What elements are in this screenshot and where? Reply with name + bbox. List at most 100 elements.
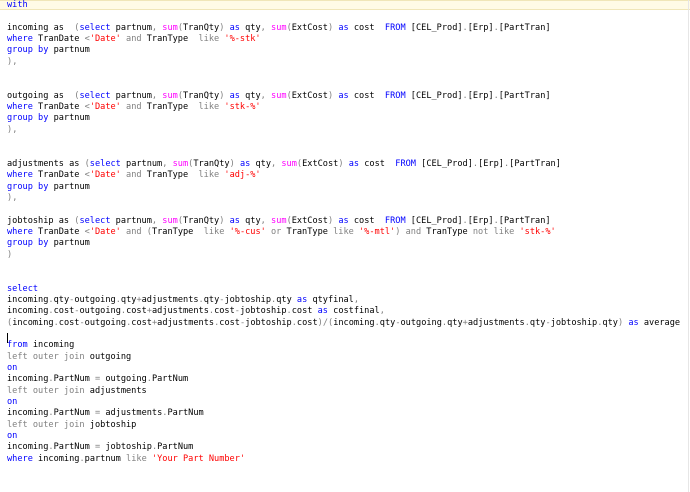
code-token: qty bbox=[379, 317, 396, 328]
code-token: TranDate bbox=[32, 102, 85, 113]
code-line[interactable]: adjustments as (select partnum, sum(Tran… bbox=[7, 159, 687, 170]
code-token: group by bbox=[7, 238, 49, 249]
code-line[interactable]: group by partnum bbox=[7, 45, 687, 56]
code-token: qtyfinal bbox=[307, 294, 354, 305]
code-line[interactable]: group by partnum bbox=[7, 113, 687, 124]
code-token: jobtoship bbox=[239, 306, 287, 317]
code-token: select bbox=[79, 215, 111, 226]
code-line[interactable]: where TranDate <'Date' and TranType like… bbox=[7, 34, 687, 45]
code-token: as bbox=[348, 158, 360, 169]
code-token: , bbox=[12, 56, 18, 67]
code-line[interactable]: where TranDate <'Date' and TranType like… bbox=[7, 102, 687, 113]
code-line[interactable] bbox=[7, 136, 687, 147]
code-line[interactable]: from incoming bbox=[7, 340, 687, 351]
code-area[interactable]: with incoming as (select partnum, sum(Tra… bbox=[7, 0, 687, 465]
code-line[interactable]: select bbox=[7, 284, 687, 295]
code-token: 'Date' bbox=[89, 34, 121, 45]
code-token: and bbox=[405, 226, 422, 237]
code-token: adjustments bbox=[467, 317, 525, 328]
code-line[interactable]: incoming.PartNum = outgoing.PartNum bbox=[7, 374, 687, 385]
sql-query-editor[interactable]: with incoming as (select partnum, sum(Tra… bbox=[0, 0, 690, 492]
code-token: adjustments as bbox=[7, 158, 85, 169]
code-token: where bbox=[7, 453, 33, 464]
code-line[interactable]: incoming.PartNum = adjustments.PartNum bbox=[7, 408, 687, 419]
code-token: incoming bbox=[12, 317, 54, 328]
code-token: TranQty bbox=[183, 90, 220, 101]
code-token: as bbox=[229, 215, 240, 226]
code-token: 'Date' bbox=[89, 226, 121, 237]
code-token: on bbox=[7, 431, 18, 442]
code-token: PartNum bbox=[151, 374, 189, 385]
code-token: adjustments bbox=[100, 408, 163, 419]
code-token: like bbox=[126, 453, 147, 464]
code-line[interactable]: group by partnum bbox=[7, 182, 687, 193]
code-line[interactable]: left outer join adjustments bbox=[7, 386, 687, 397]
code-line[interactable] bbox=[7, 272, 687, 283]
code-token: as bbox=[296, 294, 308, 305]
code-token: outgoing bbox=[79, 306, 121, 317]
code-token: as bbox=[338, 22, 349, 33]
code-token: ExtCost bbox=[291, 90, 328, 101]
code-token: FROM bbox=[384, 215, 406, 226]
code-token: PartNum bbox=[53, 374, 95, 385]
code-line[interactable]: with bbox=[7, 0, 687, 11]
code-token: where bbox=[7, 170, 33, 181]
code-token: '%-stk' bbox=[224, 34, 261, 45]
code-token: cost bbox=[126, 306, 147, 317]
code-token: qty bbox=[276, 294, 297, 305]
code-token: qty bbox=[602, 317, 618, 328]
code-line[interactable]: left outer join jobtoship bbox=[7, 420, 687, 431]
code-token: jobtoship as bbox=[7, 215, 75, 226]
editor-right-border bbox=[688, 0, 689, 492]
code-line[interactable] bbox=[7, 11, 687, 22]
code-token: partnum bbox=[84, 453, 127, 464]
code-line[interactable]: ), bbox=[7, 193, 687, 204]
code-token: costfinal bbox=[327, 306, 380, 317]
code-line[interactable]: ) bbox=[7, 250, 687, 261]
code-line[interactable]: group by partnum bbox=[7, 238, 687, 249]
code-token: left outer join bbox=[7, 351, 85, 362]
code-line[interactable]: ), bbox=[7, 57, 687, 68]
code-line[interactable]: where incoming.partnum like 'Your Part N… bbox=[7, 454, 687, 465]
code-line[interactable]: left outer join outgoing bbox=[7, 352, 687, 363]
code-line[interactable]: incoming as (select partnum, sum(TranQty… bbox=[7, 23, 687, 34]
code-line[interactable]: incoming.PartNum = jobtoship.PartNum bbox=[7, 442, 687, 453]
code-token: as bbox=[239, 158, 251, 169]
code-token: ExtCost bbox=[291, 215, 328, 226]
code-token: left outer join bbox=[7, 419, 85, 430]
code-token: from bbox=[7, 340, 28, 351]
code-line[interactable]: on bbox=[7, 397, 687, 408]
code-token: sum bbox=[172, 158, 189, 169]
code-token: sum bbox=[162, 215, 178, 226]
code-line[interactable] bbox=[7, 68, 687, 79]
code-token: cost bbox=[296, 317, 318, 328]
code-token: outgoing bbox=[100, 374, 147, 385]
code-line[interactable]: jobtoship as (select partnum, sum(TranQt… bbox=[7, 216, 687, 227]
code-line[interactable]: where TranDate <'Date' and (TranType lik… bbox=[7, 227, 687, 238]
code-line[interactable]: on bbox=[7, 431, 687, 442]
code-line[interactable]: incoming.cost-outgoing.cost+adjustments.… bbox=[7, 306, 687, 317]
code-line[interactable]: ), bbox=[7, 125, 687, 136]
code-line[interactable] bbox=[7, 147, 687, 158]
code-line[interactable] bbox=[7, 204, 687, 215]
code-token: like bbox=[333, 226, 354, 237]
code-line[interactable]: incoming.qty-outgoing.qty+adjustments.qt… bbox=[7, 295, 687, 306]
code-token: jobtoship bbox=[224, 294, 272, 305]
code-token: adjustments bbox=[157, 317, 215, 328]
code-line[interactable]: (incoming.cost-outgoing.cost+adjustments… bbox=[7, 318, 687, 329]
code-line[interactable]: where TranDate <'Date' and TranType like… bbox=[7, 170, 687, 181]
code-line[interactable] bbox=[7, 261, 687, 272]
code-token: TranQty bbox=[183, 22, 220, 33]
code-token: incoming bbox=[7, 294, 49, 305]
code-line[interactable] bbox=[7, 79, 687, 90]
code-token: sum bbox=[271, 22, 287, 33]
code-token: [PartTran] bbox=[509, 158, 561, 169]
code-line[interactable]: on bbox=[7, 363, 687, 374]
code-line[interactable]: outgoing as (select partnum, sum(TranQty… bbox=[7, 91, 687, 102]
code-token: where bbox=[7, 102, 33, 113]
code-token: select bbox=[79, 90, 111, 101]
code-token: and bbox=[126, 102, 142, 113]
code-token: partnum bbox=[48, 238, 90, 249]
code-line[interactable] bbox=[7, 329, 687, 340]
code-token: [CEL_Prod] bbox=[405, 215, 463, 226]
